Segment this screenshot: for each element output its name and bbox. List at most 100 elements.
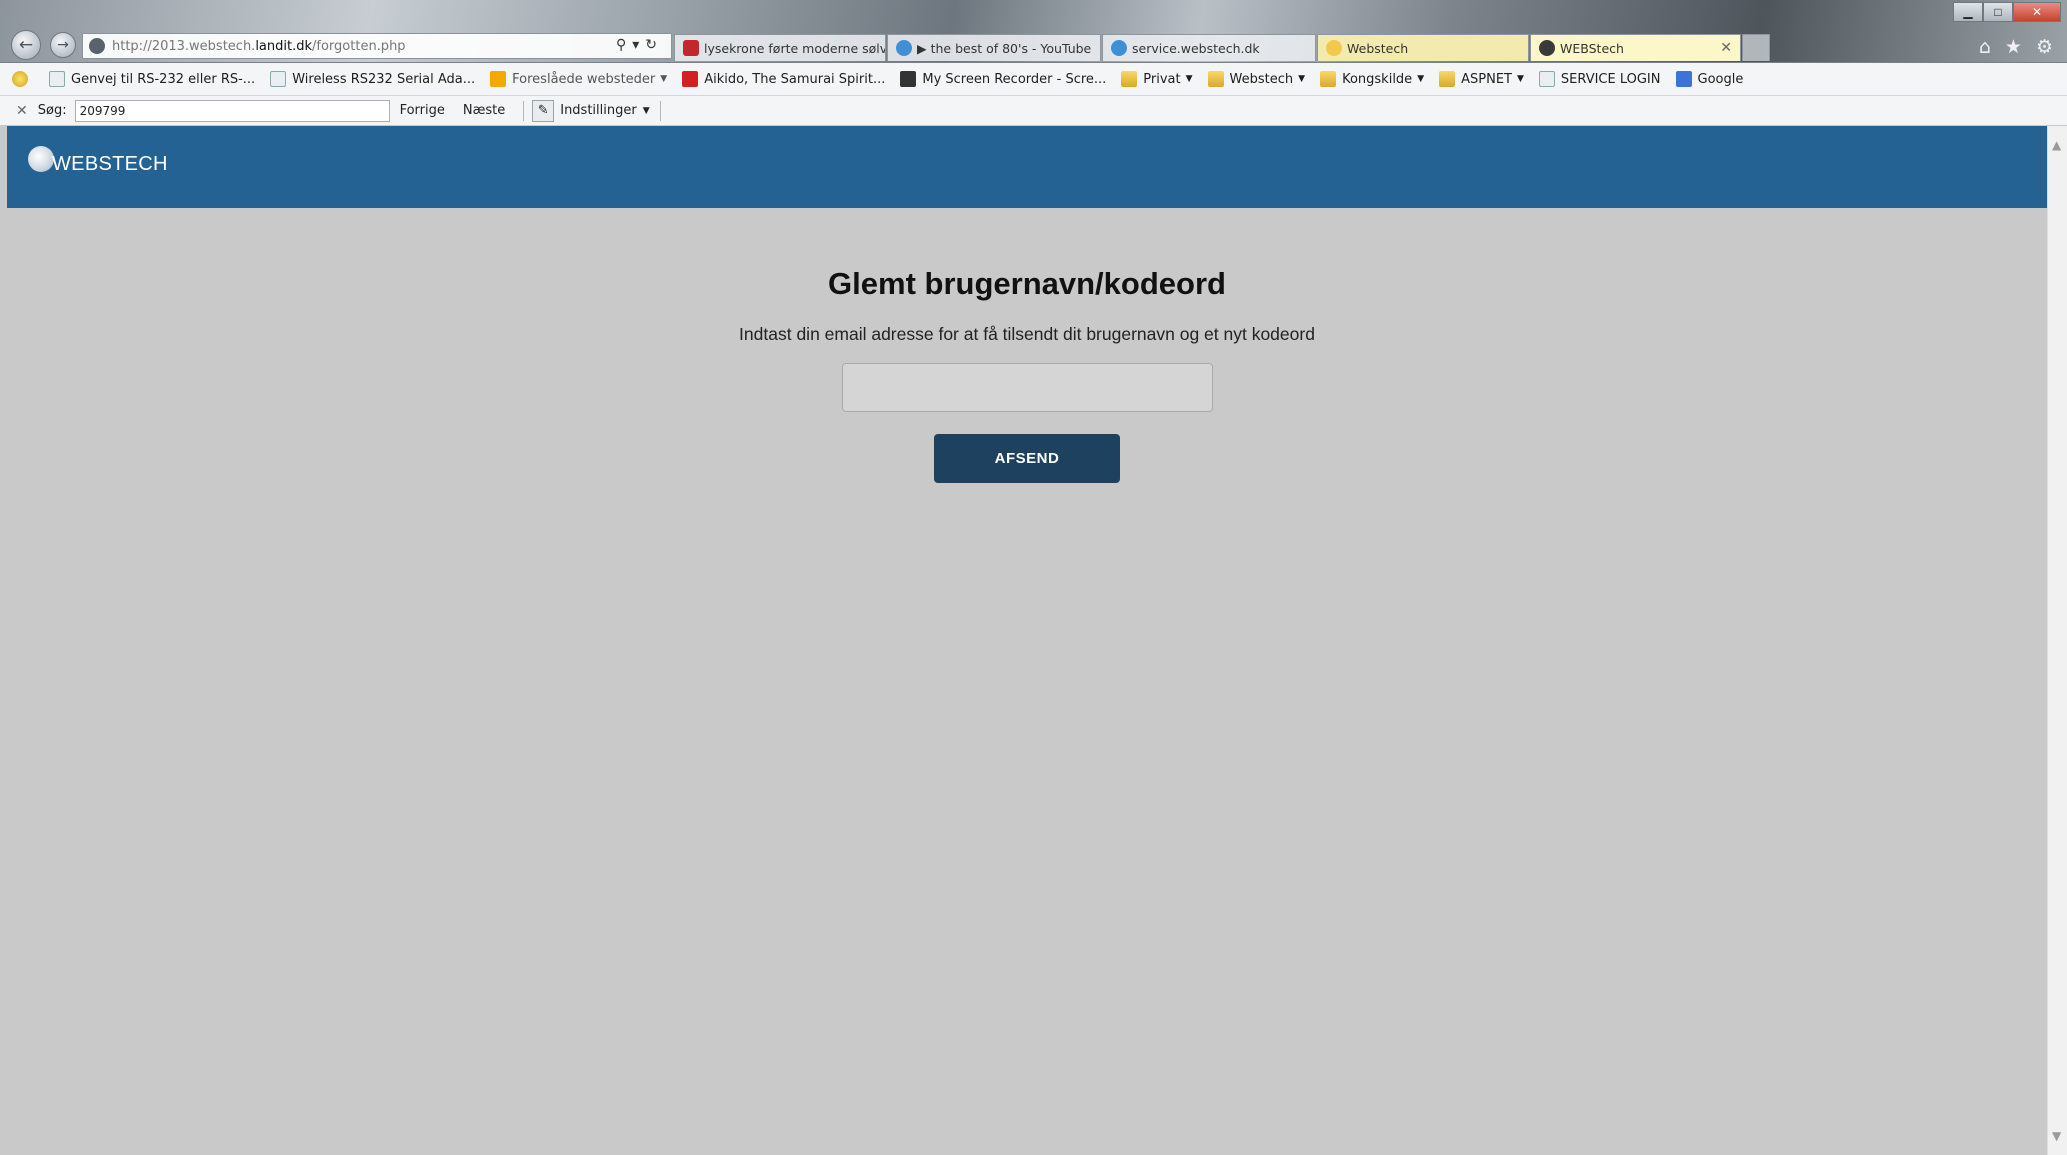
- browser-titlebar: ▁ □ ✕ ← → http://2013.webstech. landit.dk…: [0, 0, 2067, 63]
- find-next-button[interactable]: Næste: [463, 103, 505, 118]
- find-divider: [523, 100, 525, 121]
- close-find-icon[interactable]: ✕: [16, 103, 28, 119]
- favorites-bar: Genvej til RS-232 eller RS-... Wireless …: [0, 63, 2067, 96]
- site-header: WEBSTECH: [7, 126, 2047, 208]
- window-controls: ▁ □ ✕: [1953, 2, 2061, 22]
- tab-service-webstech[interactable]: service.webstech.dk: [1102, 34, 1316, 61]
- favorite-item[interactable]: Wireless RS232 Serial Ada...: [270, 71, 475, 87]
- page-viewport: WEBSTECH Glemt brugernavn/kodeord Indtas…: [7, 126, 2047, 1155]
- ie-icon: [896, 40, 912, 56]
- highlight-icon[interactable]: ✎: [532, 99, 555, 122]
- favorite-label: My Screen Recorder - Scre...: [922, 71, 1107, 87]
- favorite-label: Webstech: [1229, 71, 1294, 87]
- in-icon: [683, 40, 699, 56]
- chevron-down-icon: ▼: [660, 74, 668, 84]
- favorite-folder[interactable]: Webstech ▼: [1207, 71, 1306, 87]
- search-icon[interactable]: ⚲: [616, 37, 632, 53]
- favorite-label: ASPNET: [1461, 71, 1512, 87]
- chevron-down-icon: ▼: [1417, 74, 1425, 84]
- add-favorite-button[interactable]: [12, 71, 34, 87]
- tab-label: WEBStech: [1560, 40, 1624, 56]
- favorite-item[interactable]: My Screen Recorder - Scre...: [900, 71, 1106, 87]
- chevron-down-icon: ▼: [1298, 74, 1306, 84]
- instructions-text: Indtast din email adresse for at få tils…: [739, 324, 1315, 344]
- tab-label: service.webstech.dk: [1132, 40, 1260, 56]
- favorite-item[interactable]: Foreslåede websteder ▼: [490, 71, 667, 87]
- logo-text: WEBSTECH: [52, 153, 168, 175]
- find-label: Søg:: [37, 103, 67, 118]
- favorite-item[interactable]: Genvej til RS-232 eller RS-...: [49, 71, 255, 87]
- find-input[interactable]: 209799: [74, 99, 390, 122]
- submit-button[interactable]: AFSEND: [934, 434, 1120, 483]
- favorite-label: Aikido, The Samurai Spirit...: [704, 71, 886, 87]
- favorite-label: Foreslåede websteder: [512, 71, 656, 87]
- forward-button[interactable]: →: [50, 32, 76, 58]
- add-favorites-star-icon: [12, 71, 28, 87]
- email-field[interactable]: [841, 363, 1213, 412]
- back-button[interactable]: ←: [11, 30, 41, 60]
- address-prefix: http://2013.webstech.: [112, 38, 256, 54]
- minimize-button[interactable]: ▁: [1953, 2, 1983, 22]
- app-icon: [900, 71, 917, 87]
- ie-icon: [1111, 40, 1127, 56]
- favorite-label: Kongskilde: [1342, 71, 1413, 87]
- favorites-star-icon[interactable]: ★: [2005, 36, 2022, 58]
- back-arrow-icon: ←: [18, 35, 34, 55]
- tab-webstech[interactable]: Webstech: [1317, 34, 1529, 61]
- favorite-label: Wireless RS232 Serial Ada...: [292, 71, 476, 87]
- dropdown-icon[interactable]: ▾: [632, 37, 645, 53]
- find-previous-button[interactable]: Forrige: [400, 103, 445, 118]
- chevron-down-icon: ▼: [1185, 74, 1193, 84]
- page-icon: [49, 71, 65, 87]
- find-bar: ✕ Søg: 209799 Forrige Næste ✎ Indstillin…: [0, 96, 2067, 126]
- address-path: /forgotten.php: [312, 38, 406, 54]
- maximize-button[interactable]: □: [1983, 2, 2013, 22]
- chevron-down-icon: ▼: [642, 105, 650, 116]
- suggested-sites-icon: [490, 71, 507, 87]
- youtube-icon: [682, 71, 699, 87]
- webstech-tab-icon: [1326, 40, 1342, 56]
- page-title: Glemt brugernavn/kodeord: [828, 266, 1226, 301]
- address-host: landit.dk: [255, 38, 313, 54]
- favorite-item[interactable]: Aikido, The Samurai Spirit...: [682, 71, 885, 87]
- find-options-button[interactable]: Indstillinger: [560, 103, 636, 118]
- folder-icon: [1320, 71, 1337, 87]
- favorite-label: Genvej til RS-232 eller RS-...: [71, 71, 256, 87]
- settings-gear-icon[interactable]: ⚙: [2036, 36, 2053, 58]
- vertical-scrollbar[interactable]: ▲ ▼: [2047, 126, 2067, 1155]
- google-icon: [1675, 71, 1692, 87]
- tab-close-icon[interactable]: ✕: [1720, 40, 1732, 56]
- favorite-item[interactable]: Google: [1675, 71, 1743, 87]
- favorite-folder[interactable]: Privat ▼: [1121, 71, 1193, 87]
- window-close-button[interactable]: ✕: [2013, 2, 2061, 22]
- tab-webstech-active[interactable]: WEBStech ✕: [1530, 34, 1741, 61]
- webstech-logo[interactable]: WEBSTECH: [28, 146, 168, 175]
- favorite-folder[interactable]: ASPNET ▼: [1439, 71, 1524, 87]
- tab-label: lysekrone førte moderne sølv 3...: [704, 40, 886, 56]
- tab-label: Webstech: [1347, 40, 1409, 56]
- favorite-item[interactable]: SERVICE LOGIN: [1538, 71, 1661, 87]
- page-icon: [270, 71, 287, 87]
- logo-globe-icon: [28, 146, 54, 172]
- scroll-down-icon[interactable]: ▼: [2052, 1129, 2061, 1143]
- favorite-label: SERVICE LOGIN: [1560, 71, 1661, 87]
- refresh-icon[interactable]: ↻: [645, 37, 663, 53]
- folder-icon: [1121, 71, 1138, 87]
- site-globe-icon: [89, 38, 105, 54]
- chevron-down-icon: ▼: [1516, 74, 1524, 84]
- new-tab-button[interactable]: [1742, 34, 1770, 61]
- tab-youtube[interactable]: ▶ the best of 80's - YouTube: [887, 34, 1101, 61]
- globe-icon: [1539, 40, 1555, 56]
- page-icon: [1538, 71, 1555, 87]
- forgot-password-panel: Glemt brugernavn/kodeord Indtast din ema…: [7, 266, 2047, 483]
- tab-label: ▶ the best of 80's - YouTube: [917, 40, 1092, 56]
- address-bar[interactable]: http://2013.webstech. landit.dk/forgotten…: [82, 33, 672, 59]
- folder-icon: [1439, 71, 1456, 87]
- home-icon[interactable]: ⌂: [1979, 36, 1991, 58]
- favorite-folder[interactable]: Kongskilde ▼: [1320, 71, 1424, 87]
- tab-lysekrone[interactable]: lysekrone førte moderne sølv 3...: [674, 34, 886, 61]
- browser-window: ▁ □ ✕ ← → http://2013.webstech. landit.dk…: [0, 0, 2067, 1155]
- find-divider: [659, 100, 661, 121]
- forward-arrow-icon: →: [57, 37, 69, 53]
- scroll-up-icon[interactable]: ▲: [2052, 138, 2061, 152]
